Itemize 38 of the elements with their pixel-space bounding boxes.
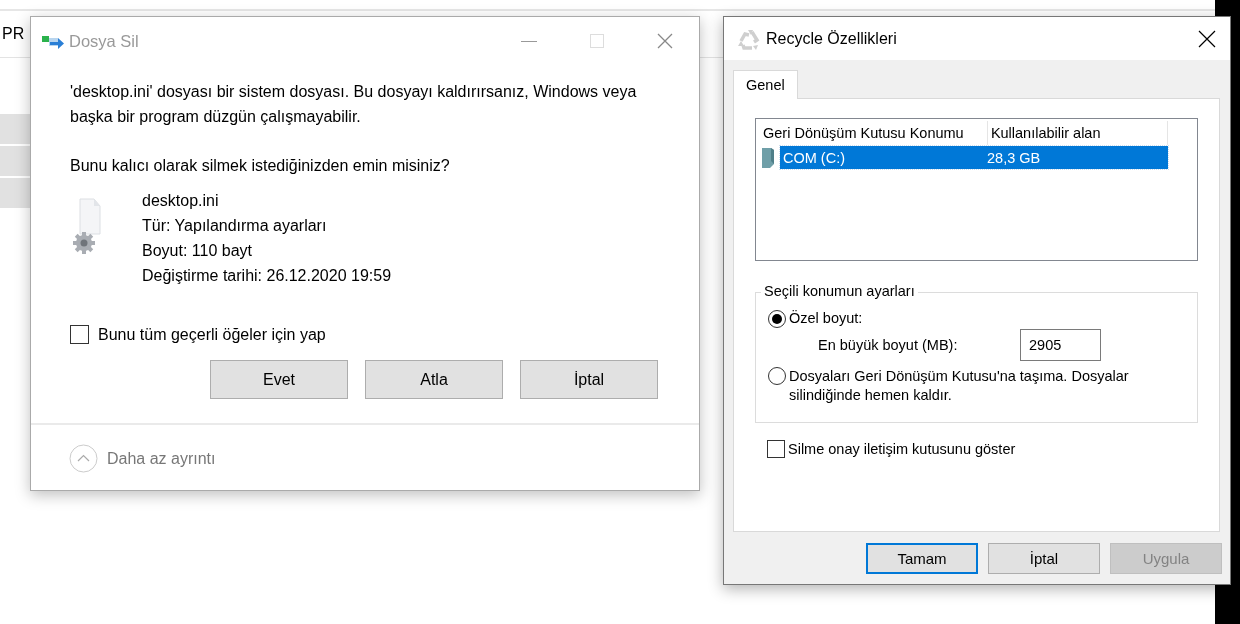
tab[interactable]: Genel — [733, 70, 798, 99]
field-label: En büyük boyut (MB): — [818, 337, 959, 353]
maximize-icon — [589, 33, 605, 49]
close-icon — [1198, 29, 1216, 48]
column-header: PR — [2, 25, 25, 43]
table-row[interactable]: COM (C:) 28,3 GB — [780, 146, 1168, 169]
file-size: Boyut: 110 bayt — [142, 241, 253, 261]
list-row — [0, 178, 30, 208]
checkbox[interactable] — [70, 325, 89, 344]
chevron-up-icon — [69, 444, 98, 473]
file-modified-date: Değiştirme tarihi: 26.12.2020 19:59 — [142, 266, 392, 286]
warning-message: 'desktop.ini' dosyası bir sistem dosyası. Bu dosyayı kaldırırsanız, Windows veya başka bir program düzgün çalışmayabilir. — [70, 82, 638, 127]
group-title: Seçili konumun ayarları — [761, 283, 918, 299]
list-row — [0, 114, 30, 144]
close-icon — [657, 33, 673, 49]
table-cell-text: 28,3 GB — [986, 149, 1041, 166]
dialog-button[interactable]: Atla — [365, 360, 503, 399]
file-move-icon — [42, 33, 64, 49]
checkbox-label: Silme onay iletişim kutusunu göster — [788, 441, 1016, 457]
window-title: Dosya Sil — [69, 31, 140, 51]
checkbox[interactable] — [767, 440, 785, 458]
dialog-button[interactable]: İptal — [988, 543, 1100, 574]
checkbox-label: Bunu tüm geçerli öğeler için yap — [98, 325, 326, 344]
confirm-question: Bunu kalıcı olarak silmek istediğinizden emin misiniz? — [70, 156, 451, 176]
radio-label: Özel boyut: — [789, 310, 863, 326]
table-cell-text: COM (C:) — [782, 149, 846, 166]
minimize-icon — [521, 40, 537, 42]
input-field[interactable]: 2905 — [1020, 329, 1101, 361]
radio-label: Dosyaları Geri Dönüşüm Kutusu'na taşıma. Dosyalar silindiğinde hemen kaldır. — [789, 367, 1130, 405]
window-title: Recycle Özellikleri — [766, 29, 898, 48]
file-name: desktop.ini — [142, 191, 220, 211]
dialog-button[interactable]: Tamam — [866, 543, 978, 574]
list-row — [0, 146, 30, 176]
dialog-button[interactable]: Evet — [210, 360, 348, 399]
details-toggle[interactable]: Daha az ayrıntı — [69, 444, 216, 473]
drive-icon — [760, 146, 776, 169]
file-type: Tür: Yapılandırma ayarları — [142, 216, 328, 236]
dialog-button[interactable]: İptal — [520, 360, 658, 399]
